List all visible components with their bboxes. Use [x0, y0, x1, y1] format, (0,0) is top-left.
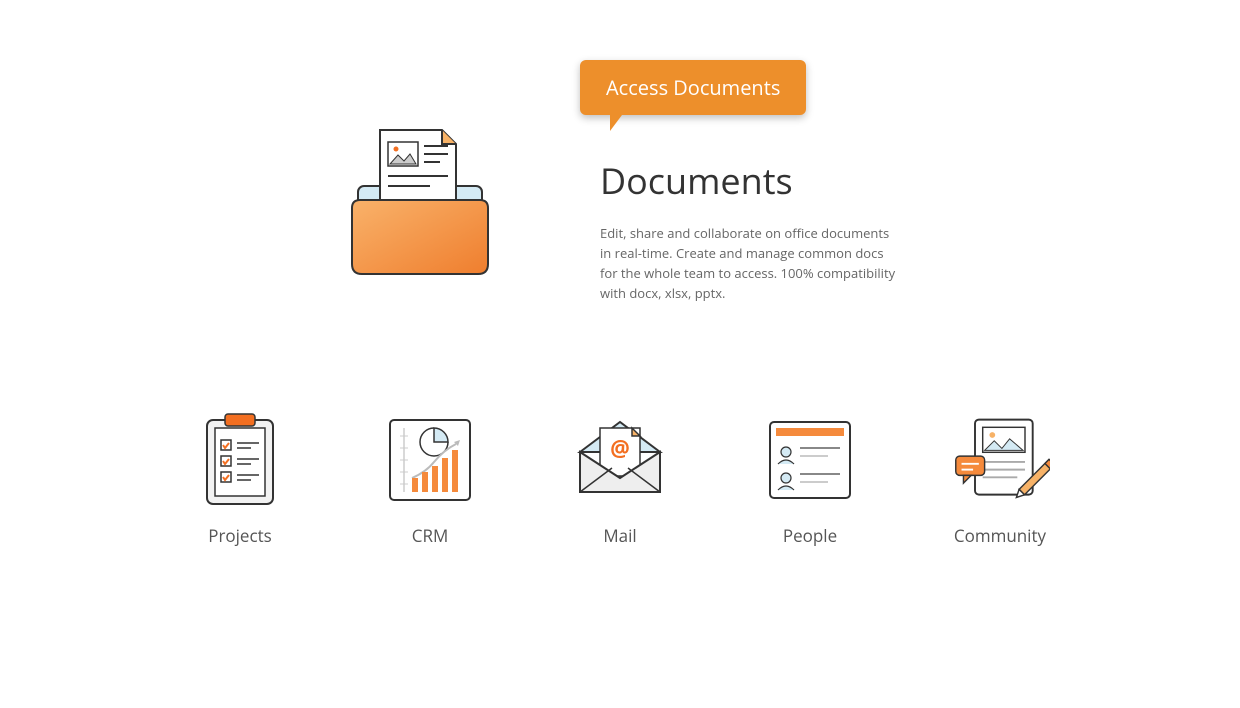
hero-section: Access Documents Documents Edit, share a… [0, 60, 1240, 305]
access-documents-callout[interactable]: Access Documents [580, 60, 806, 115]
hero-title: Documents [600, 156, 920, 205]
module-label: Mail [603, 524, 636, 547]
module-crm[interactable]: CRM [370, 410, 490, 547]
module-label: Community [954, 524, 1046, 547]
module-label: Projects [208, 524, 272, 547]
documents-folder-icon [330, 120, 510, 305]
crm-chart-icon [380, 410, 480, 510]
svg-text:@: @ [610, 433, 630, 463]
module-projects[interactable]: Projects [180, 410, 300, 547]
projects-clipboard-icon [190, 410, 290, 510]
module-community[interactable]: Community [940, 410, 1060, 547]
documents-hero-icon-wrap [320, 60, 520, 305]
community-icon [950, 410, 1050, 510]
module-mail[interactable]: @ Mail [560, 410, 680, 547]
hero-description: Edit, share and collaborate on office do… [600, 223, 900, 304]
hero-text-block: Access Documents Documents Edit, share a… [600, 60, 920, 305]
module-label: People [783, 524, 837, 547]
modules-row: Projects [0, 410, 1240, 547]
module-people[interactable]: People [750, 410, 870, 547]
mail-envelope-icon: @ [570, 410, 670, 510]
callout-label: Access Documents [606, 74, 780, 101]
module-label: CRM [412, 524, 449, 547]
people-card-icon [760, 410, 860, 510]
